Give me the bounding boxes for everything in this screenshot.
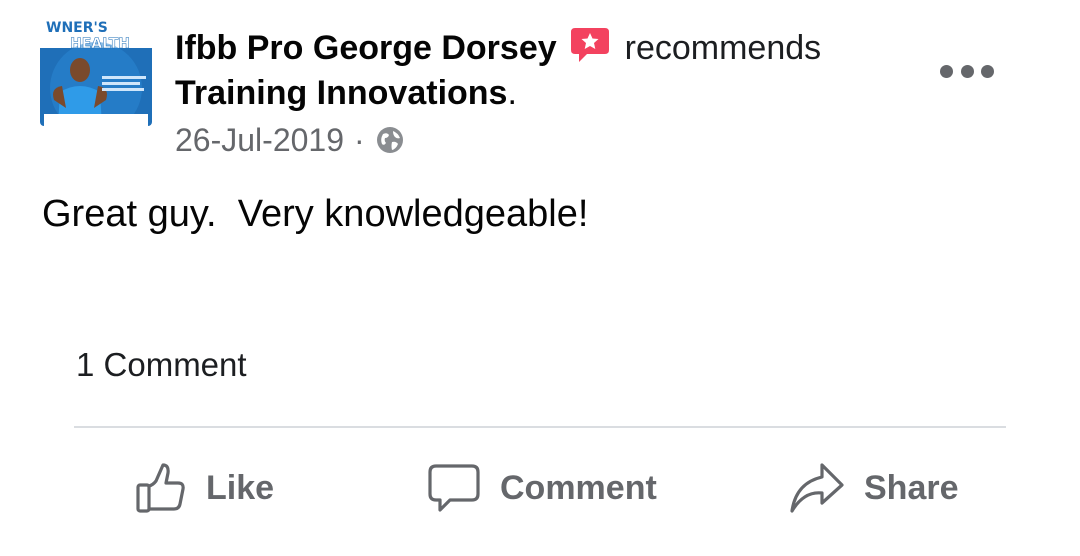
comment-count[interactable]: 1 Comment	[76, 342, 247, 388]
comment-button[interactable]: Comment	[426, 458, 657, 518]
recommendation-post: WNER'S HEALTH Ifbb Pro George Dorsey rec…	[0, 0, 1080, 556]
recommend-star-icon	[570, 28, 609, 62]
more-dot	[960, 64, 974, 78]
share-arrow-icon	[790, 463, 844, 513]
share-button[interactable]: Share	[788, 458, 959, 518]
more-dot	[981, 64, 994, 78]
meta-separator: ·	[354, 122, 365, 158]
post-header-line: Ifbb Pro George Dorsey recommends	[175, 24, 821, 72]
author-name[interactable]: Ifbb Pro George Dorsey	[175, 29, 557, 67]
page-avatar[interactable]: WNER'S HEALTH	[40, 18, 152, 126]
comment-bubble-icon	[428, 464, 480, 512]
action-bar: Like Comment Share	[0, 446, 1080, 536]
recommended-page-line: Training Innovations.	[175, 70, 517, 116]
divider	[74, 426, 1006, 428]
avatar-title-line1: WNER'S	[46, 20, 108, 36]
more-dot	[940, 64, 953, 78]
recommended-page-name[interactable]: Training Innovations	[175, 74, 507, 112]
post-text: Great guy. Very knowledgeable!	[42, 193, 589, 235]
like-label: Like	[206, 468, 275, 507]
thumbs-up-icon	[136, 463, 185, 513]
like-button[interactable]: Like	[134, 458, 274, 518]
share-label: Share	[864, 468, 959, 507]
comment-label: Comment	[500, 468, 657, 507]
globe-icon	[376, 127, 403, 153]
avatar-title-line2: HEALTH	[70, 36, 130, 52]
post-date[interactable]: 26-Jul-2019	[175, 118, 344, 162]
recommends-verb: recommends	[624, 29, 822, 67]
more-options-icon[interactable]	[940, 58, 994, 84]
post-meta: 26-Jul-2019 ·	[175, 118, 405, 162]
page-name-suffix: .	[507, 74, 517, 112]
